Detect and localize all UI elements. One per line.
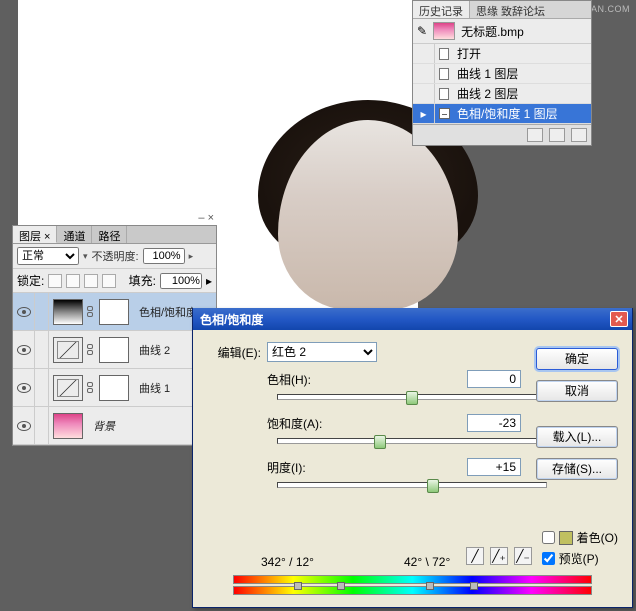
history-item[interactable]: 曲线 1 图层 — [413, 64, 591, 84]
link-icon[interactable] — [87, 343, 95, 357]
cancel-button[interactable]: 取消 — [536, 380, 618, 402]
hue-range-marker[interactable] — [426, 582, 434, 590]
eye-icon[interactable] — [17, 307, 31, 317]
hue-slider[interactable] — [277, 394, 547, 400]
layers-tabbar: 图层 × 通道 路径 — [13, 226, 216, 244]
slider-thumb[interactable] — [427, 479, 439, 493]
saturation-input[interactable] — [467, 414, 521, 432]
mask-thumb[interactable] — [99, 299, 129, 325]
save-button[interactable]: 存储(S)... — [536, 458, 618, 480]
history-doc-row[interactable]: ✎ 无标题.bmp — [413, 19, 591, 44]
layers-panel: – × 图层 × 通道 路径 正常 ▾ 不透明度: ▸ 锁定: 填充: ▸ 色相… — [12, 225, 217, 446]
colorize-checkbox[interactable] — [542, 531, 555, 544]
lightness-slider[interactable] — [277, 482, 547, 488]
layer-thumb[interactable] — [53, 375, 83, 401]
ok-button[interactable]: 确定 — [536, 348, 618, 370]
tab-history[interactable]: 历史记录 — [413, 1, 470, 18]
eyedropper-add-icon[interactable]: ╱₊ — [490, 547, 508, 565]
lock-paint-icon[interactable] — [66, 274, 80, 288]
saturation-slider[interactable] — [277, 438, 547, 444]
colorize-check[interactable]: 着色(O) — [542, 529, 618, 546]
history-panel: 历史记录 思缘 致辞论坛 ✎ 无标题.bmp 打开 曲线 1 图层 曲线 2 图… — [412, 0, 592, 146]
hue-input[interactable] — [467, 370, 521, 388]
lock-move-icon[interactable] — [84, 274, 98, 288]
preview-check[interactable]: 预览(P) — [542, 550, 618, 567]
slider-thumb[interactable] — [406, 391, 418, 405]
eye-icon[interactable] — [17, 383, 31, 393]
layers-list: 色相/饱和度 1 曲线 2 曲线 1 — [13, 293, 216, 445]
load-button[interactable]: 载入(L)... — [536, 426, 618, 448]
edit-label: 编辑(E): — [207, 344, 267, 361]
doc-icon — [439, 88, 449, 100]
eye-icon[interactable] — [17, 421, 31, 431]
panel-collapse-icon[interactable]: – × — [198, 212, 214, 224]
eyedropper-sub-icon[interactable]: ╱₋ — [514, 547, 532, 565]
hue-spectrum[interactable] — [233, 575, 592, 597]
opacity-label: 不透明度: — [92, 248, 139, 264]
hue-range-marker[interactable] — [294, 582, 302, 590]
opacity-input[interactable] — [143, 248, 185, 264]
lock-all-icon[interactable] — [102, 274, 116, 288]
color-swatch — [559, 531, 573, 545]
tab-layers[interactable]: 图层 × — [13, 226, 57, 243]
lock-label: 锁定: — [17, 272, 44, 289]
chevron-right-icon[interactable]: ▸ — [206, 274, 212, 288]
history-footer — [413, 124, 591, 145]
hue-range-marker[interactable] — [337, 582, 345, 590]
layer-row[interactable]: 背景 — [13, 407, 216, 445]
history-item[interactable]: ▸ 色相/饱和度 1 图层 — [413, 104, 591, 124]
slider-thumb[interactable] — [374, 435, 386, 449]
hue-label: 色相(H): — [267, 371, 347, 388]
tab-paths[interactable]: 路径 — [92, 226, 127, 243]
history-tabs: 历史记录 思缘 致辞论坛 — [413, 1, 591, 19]
snapshot-icon[interactable] — [527, 128, 543, 142]
tab-actions[interactable]: 思缘 致辞论坛 — [470, 1, 551, 18]
mask-thumb[interactable] — [99, 337, 129, 363]
layer-thumb[interactable] — [53, 413, 83, 439]
layer-row[interactable]: 曲线 2 — [13, 331, 216, 369]
layer-thumb[interactable] — [53, 337, 83, 363]
saturation-label: 饱和度(A): — [267, 415, 347, 432]
doc-icon — [439, 48, 449, 60]
eyedropper-icon[interactable]: ╱ — [466, 547, 484, 565]
blend-mode-select[interactable]: 正常 — [17, 247, 79, 265]
layers-lock-row: 锁定: 填充: ▸ — [13, 269, 216, 293]
layer-row[interactable]: 色相/饱和度 1 — [13, 293, 216, 331]
layer-name[interactable]: 背景 — [87, 418, 200, 434]
chevron-down-icon: ▾ — [83, 251, 88, 262]
close-button[interactable]: ✕ — [610, 311, 628, 327]
lock-transparent-icon[interactable] — [48, 274, 62, 288]
lightness-label: 明度(I): — [267, 459, 347, 476]
history-list: 打开 曲线 1 图层 曲线 2 图层 ▸ 色相/饱和度 1 图层 — [413, 44, 591, 124]
layers-options: 正常 ▾ 不透明度: ▸ — [13, 244, 216, 269]
edit-select[interactable]: 红色 2 — [267, 342, 377, 362]
preview-checkbox[interactable] — [542, 552, 555, 565]
hue-range-marker[interactable] — [470, 582, 478, 590]
doc-thumb — [433, 22, 455, 40]
layer-icon — [439, 108, 450, 119]
dialog-title: 色相/饱和度 — [197, 311, 610, 328]
history-item[interactable]: 打开 — [413, 44, 591, 64]
range-left: 342° / 12° — [261, 555, 314, 569]
new-state-icon[interactable] — [549, 128, 565, 142]
range-right: 42° \ 72° — [404, 555, 450, 569]
history-item[interactable]: 曲线 2 图层 — [413, 84, 591, 104]
link-icon[interactable] — [87, 305, 95, 319]
lightness-input[interactable] — [467, 458, 521, 476]
layer-thumb[interactable] — [53, 299, 83, 325]
titlebar[interactable]: 色相/饱和度 ✕ — [193, 308, 632, 330]
hue-saturation-dialog: 色相/饱和度 ✕ 编辑(E): 红色 2 色相(H): 饱和度(A): — [192, 308, 633, 608]
link-icon[interactable] — [87, 381, 95, 395]
fill-input[interactable] — [160, 273, 202, 289]
tab-channels[interactable]: 通道 — [57, 226, 92, 243]
fill-label: 填充: — [129, 272, 156, 289]
eye-icon[interactable] — [17, 345, 31, 355]
brush-icon: ✎ — [417, 24, 427, 38]
trash-icon[interactable] — [571, 128, 587, 142]
layer-row[interactable]: 曲线 1 — [13, 369, 216, 407]
chevron-right-icon[interactable]: ▸ — [189, 251, 194, 262]
mask-thumb[interactable] — [99, 375, 129, 401]
doc-icon — [439, 68, 449, 80]
doc-name: 无标题.bmp — [461, 23, 524, 40]
